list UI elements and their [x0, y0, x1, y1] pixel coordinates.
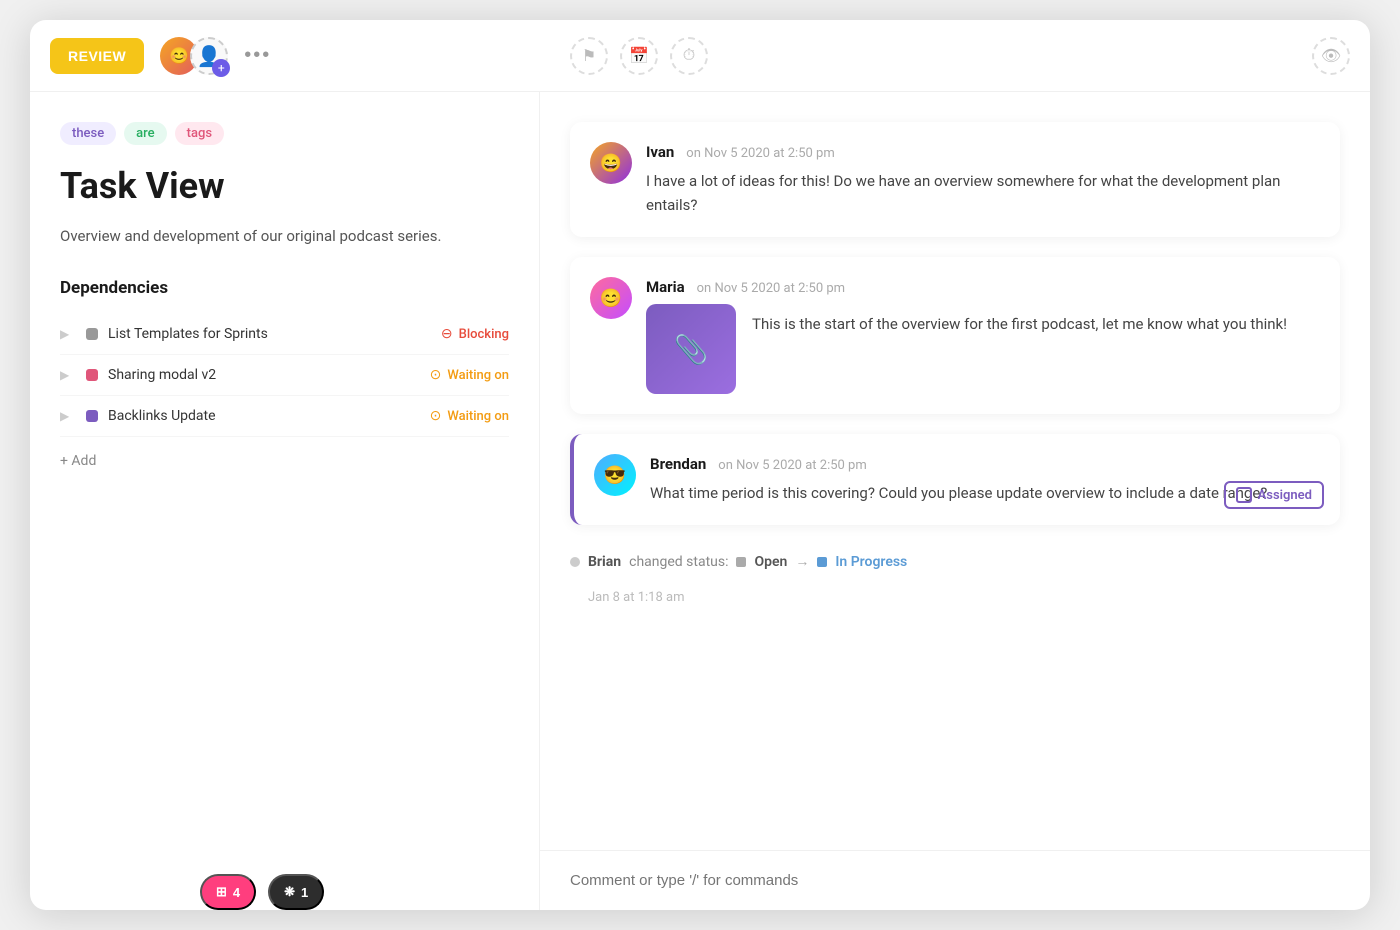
body: these are tags Task View Overview and de… — [30, 92, 1370, 910]
plus-icon: + — [212, 59, 230, 77]
comment-with-attachment: 📎 This is the start of the overview for … — [646, 304, 1320, 394]
dep-dot-icon — [86, 410, 98, 422]
tag-these[interactable]: these — [60, 122, 116, 145]
comment-input[interactable] — [570, 872, 1340, 889]
dependency-item[interactable]: ▶ Sharing modal v2 ⊙ Waiting on — [60, 355, 509, 396]
comment-author: Maria — [646, 278, 685, 296]
waiting-icon: ⊙ — [430, 367, 442, 383]
dep-status-label: Waiting on — [447, 368, 509, 383]
dep-status: ⊖ Blocking — [441, 326, 509, 342]
dep-dot-icon — [86, 369, 98, 381]
comment-meta: Brendan on Nov 5 2020 at 2:50 pm What ti… — [650, 454, 1320, 505]
badge-dark-button[interactable]: ❋ 1 — [268, 874, 324, 910]
eye-button[interactable]: 👁 — [1312, 37, 1350, 75]
flag-button[interactable]: ⚑ — [570, 37, 608, 75]
badge-dark-icon: ❋ — [284, 884, 295, 900]
left-panel: these are tags Task View Overview and de… — [30, 92, 540, 910]
assigned-label: Assigned — [1258, 488, 1312, 503]
header-right: 👁 — [1312, 37, 1350, 75]
review-button[interactable]: REVIEW — [50, 38, 144, 74]
arrow-icon: → — [795, 553, 809, 570]
dep-dot-icon — [86, 328, 98, 340]
right-panel: 😄 Ivan on Nov 5 2020 at 2:50 pm I have a… — [540, 92, 1370, 910]
waiting-icon: ⊙ — [430, 408, 442, 424]
comment-body: This is the start of the overview for th… — [752, 312, 1287, 336]
comment-body: I have a lot of ideas for this! Do we ha… — [646, 169, 1320, 217]
tags-container: these are tags — [60, 122, 509, 145]
avatar-brendan: 😎 — [594, 454, 636, 496]
task-title: Task View — [60, 165, 509, 208]
avatar-group: 😊 👤 + — [160, 37, 228, 75]
header: REVIEW 😊 👤 + ••• ⚑ 📅 ⏱ 👁 — [30, 20, 1370, 92]
comment-header: 😊 Maria on Nov 5 2020 at 2:50 pm 📎 This … — [590, 277, 1320, 394]
dep-name: Backlinks Update — [108, 408, 420, 424]
comments-area: 😄 Ivan on Nov 5 2020 at 2:50 pm I have a… — [540, 92, 1370, 850]
chevron-right-icon: ▶ — [60, 368, 76, 382]
comment-time: on Nov 5 2020 at 2:50 pm — [686, 146, 834, 161]
dep-status: ⊙ Waiting on — [430, 408, 509, 424]
badge-pink-count: 4 — [233, 885, 240, 900]
comment-author: Ivan — [646, 143, 674, 161]
comment-time: on Nov 5 2020 at 2:50 pm — [697, 281, 845, 296]
bottom-toolbar: ⊞ 4 ❋ 1 — [200, 874, 324, 910]
comment-meta: Ivan on Nov 5 2020 at 2:50 pm I have a l… — [646, 142, 1320, 217]
clock-button[interactable]: ⏱ — [670, 37, 708, 75]
blocking-icon: ⊖ — [441, 326, 453, 342]
comment-card-ivan: 😄 Ivan on Nov 5 2020 at 2:50 pm I have a… — [570, 122, 1340, 237]
dep-status: ⊙ Waiting on — [430, 367, 509, 383]
comment-card-maria: 😊 Maria on Nov 5 2020 at 2:50 pm 📎 This … — [570, 257, 1340, 414]
add-member-button[interactable]: 👤 + — [190, 37, 228, 75]
chevron-right-icon: ▶ — [60, 327, 76, 341]
status-dot-icon — [570, 557, 580, 567]
open-status-dot — [736, 557, 746, 567]
task-description: Overview and development of our original… — [60, 224, 509, 248]
add-dependency-button[interactable]: + Add — [60, 453, 509, 469]
header-left: REVIEW 😊 👤 + ••• — [50, 37, 560, 75]
badge-pink-button[interactable]: ⊞ 4 — [200, 874, 256, 910]
comment-input-area — [540, 850, 1370, 910]
comment-header: 😄 Ivan on Nov 5 2020 at 2:50 pm I have a… — [590, 142, 1320, 217]
calendar-button[interactable]: 📅 — [620, 37, 658, 75]
progress-status-dot — [817, 557, 827, 567]
in-progress-label: In Progress — [835, 554, 907, 570]
open-label: Open — [754, 554, 787, 570]
header-center-icons: ⚑ 📅 ⏱ — [560, 37, 1312, 75]
badge-dark-count: 1 — [301, 885, 308, 900]
comment-meta: Maria on Nov 5 2020 at 2:50 pm 📎 This is… — [646, 277, 1320, 394]
dependencies-list: ▶ List Templates for Sprints ⊖ Blocking … — [60, 314, 509, 437]
dep-status-label: Waiting on — [447, 409, 509, 424]
badge-pink-icon: ⊞ — [216, 884, 227, 900]
comment-card-brendan: 😎 Brendan on Nov 5 2020 at 2:50 pm What … — [570, 434, 1340, 525]
status-timestamp: Jan 8 at 1:18 am — [588, 590, 685, 605]
dep-status-label: Blocking — [459, 327, 509, 342]
comment-time: on Nov 5 2020 at 2:50 pm — [718, 458, 866, 473]
comment-body: What time period is this covering? Could… — [650, 481, 1320, 505]
tag-are[interactable]: are — [124, 122, 166, 145]
avatar-ivan: 😄 — [590, 142, 632, 184]
assigned-badge[interactable]: Assigned — [1224, 481, 1324, 509]
tag-tags[interactable]: tags — [175, 122, 224, 145]
dependency-item[interactable]: ▶ List Templates for Sprints ⊖ Blocking — [60, 314, 509, 355]
chevron-right-icon: ▶ — [60, 409, 76, 423]
comment-header: 😎 Brendan on Nov 5 2020 at 2:50 pm What … — [594, 454, 1320, 505]
more-button[interactable]: ••• — [244, 44, 271, 67]
dependencies-title: Dependencies — [60, 278, 509, 298]
dep-name: Sharing modal v2 — [108, 367, 420, 383]
comment-author: Brendan — [650, 455, 706, 473]
attachment-thumbnail[interactable]: 📎 — [646, 304, 736, 394]
avatar-maria: 😊 — [590, 277, 632, 319]
status-action-label: changed status: — [629, 554, 728, 570]
assigned-checkbox[interactable] — [1236, 487, 1252, 503]
status-change-entry: Brian changed status: Open → In Progress — [570, 545, 1340, 578]
dep-name: List Templates for Sprints — [108, 326, 431, 342]
dependency-item[interactable]: ▶ Backlinks Update ⊙ Waiting on — [60, 396, 509, 437]
status-actor: Brian — [588, 554, 621, 570]
